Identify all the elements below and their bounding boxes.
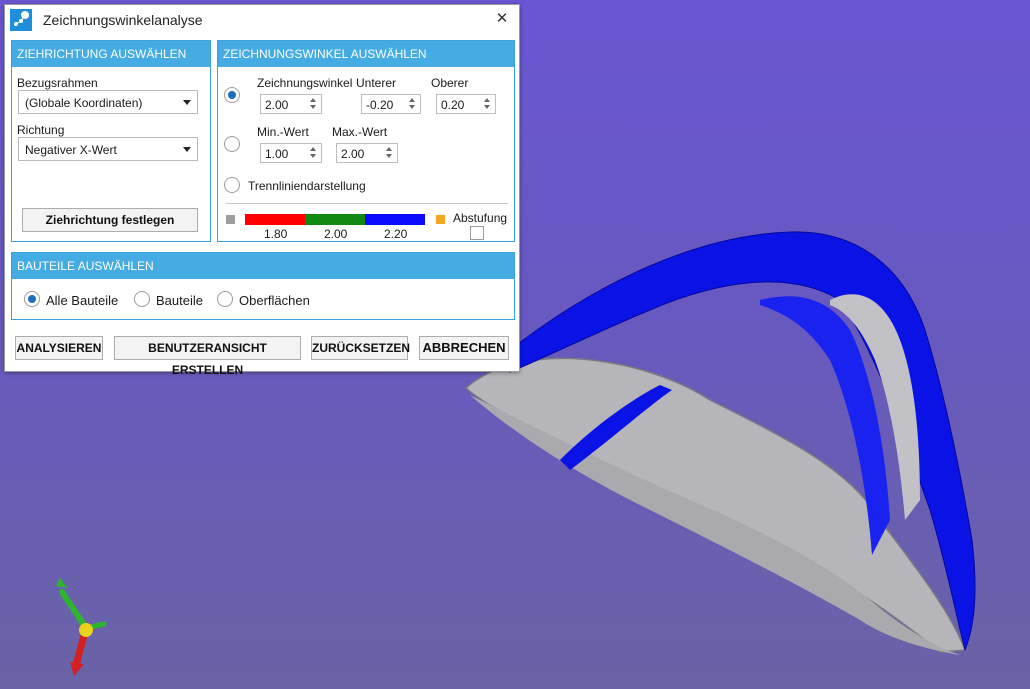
divider (226, 203, 508, 204)
parts-label: Bauteile (156, 293, 203, 308)
draft-angle-header: ZEICHNUNGSWINKEL AUSWÄHLEN (218, 41, 514, 67)
set-pull-direction-button[interactable]: Ziehrichtung festlegen (22, 208, 198, 232)
min-value: 1.00 (265, 147, 289, 161)
angle-option-label: Zeichnungswinkel (257, 76, 353, 90)
lower-value: -0.20 (366, 98, 394, 112)
parting-line-label: Trennliniendarstellung (248, 179, 366, 193)
chevron-down-icon (183, 147, 191, 152)
min-stepper[interactable]: 1.00 (260, 143, 322, 163)
dialog-title: Zeichnungswinkelanalyse (43, 12, 203, 28)
upper-value: 0.20 (441, 98, 465, 112)
direction-value: Negativer X-Wert (25, 143, 117, 157)
draft-angle-panel: ZEICHNUNGSWINKEL AUSWÄHLEN Zeichnungswin… (217, 40, 515, 242)
close-icon[interactable]: ✕ (493, 10, 511, 28)
lower-stepper[interactable]: -0.20 (361, 94, 421, 114)
chevron-down-icon (183, 100, 191, 105)
parts-header: BAUTEILE AUSWÄHLEN (12, 253, 514, 279)
analyze-button[interactable]: ANALYSIEREN (15, 336, 103, 360)
parts-panel: BAUTEILE AUSWÄHLEN Alle Bauteile Bauteil… (11, 252, 515, 320)
max-stepper[interactable]: 2.00 (336, 143, 398, 163)
scale-tick-label: 1.80 (264, 227, 288, 241)
axis-y-label: Y (56, 580, 63, 591)
radio-all-parts[interactable] (24, 291, 40, 307)
draft-analysis-dialog: Zeichnungswinkelanalyse ✕ ZIEHRICHTUNG A… (4, 4, 520, 377)
min-label: Min.-Wert (257, 125, 309, 139)
create-user-view-button[interactable]: BENUTZERANSICHT ERSTELLEN (114, 336, 301, 377)
angle-stepper[interactable]: 2.00 (260, 94, 322, 114)
pull-direction-panel: ZIEHRICHTUNG AUSWÄHLEN Bezugsrahmen (Glo… (11, 40, 211, 242)
angle-value: 2.00 (265, 98, 289, 112)
radio-parts[interactable] (134, 291, 150, 307)
stepper-arrows-icon[interactable] (309, 96, 317, 112)
title-bar[interactable]: Zeichnungswinkelanalyse ✕ (5, 5, 519, 35)
stepper-arrows-icon[interactable] (385, 145, 393, 161)
frame-dropdown[interactable]: (Globale Koordinaten) (18, 90, 198, 114)
frame-value: (Globale Koordinaten) (25, 96, 143, 110)
reset-button[interactable]: ZURÜCKSETZEN (311, 336, 410, 360)
scale-tick-label: 2.00 (324, 227, 348, 241)
pull-direction-header: ZIEHRICHTUNG AUSWÄHLEN (12, 41, 210, 67)
high-color-swatch (436, 215, 445, 224)
low-color-swatch (226, 215, 235, 224)
cancel-button[interactable]: ABBRECHEN (419, 336, 509, 360)
frame-label: Bezugsrahmen (17, 76, 98, 90)
axis-triad (56, 578, 107, 676)
direction-label: Richtung (17, 123, 65, 137)
max-value: 2.00 (341, 147, 365, 161)
max-label: Max.-Wert (332, 125, 388, 139)
stepper-arrows-icon[interactable] (483, 96, 491, 112)
lower-label: Unterer (356, 76, 397, 90)
stepper-arrows-icon[interactable] (408, 96, 416, 112)
stepper-arrows-icon[interactable] (309, 145, 317, 161)
radio-draft-angle[interactable] (224, 87, 240, 103)
color-scale-green (305, 214, 365, 225)
color-scale-blue (365, 214, 425, 225)
radio-parting-line[interactable] (224, 177, 240, 193)
gradient-checkbox[interactable] (470, 226, 484, 240)
scale-tick-label: 2.20 (384, 227, 408, 241)
surfaces-label: Oberflächen (239, 293, 310, 308)
gradient-label: Abstufung (453, 211, 508, 225)
app-icon (10, 9, 32, 31)
direction-dropdown[interactable]: Negativer X-Wert (18, 137, 198, 161)
color-scale-red (245, 214, 305, 225)
radio-surfaces[interactable] (217, 291, 233, 307)
radio-min-max[interactable] (224, 136, 240, 152)
upper-stepper[interactable]: 0.20 (436, 94, 496, 114)
upper-label: Oberer (431, 76, 469, 90)
all-parts-label: Alle Bauteile (46, 293, 119, 308)
